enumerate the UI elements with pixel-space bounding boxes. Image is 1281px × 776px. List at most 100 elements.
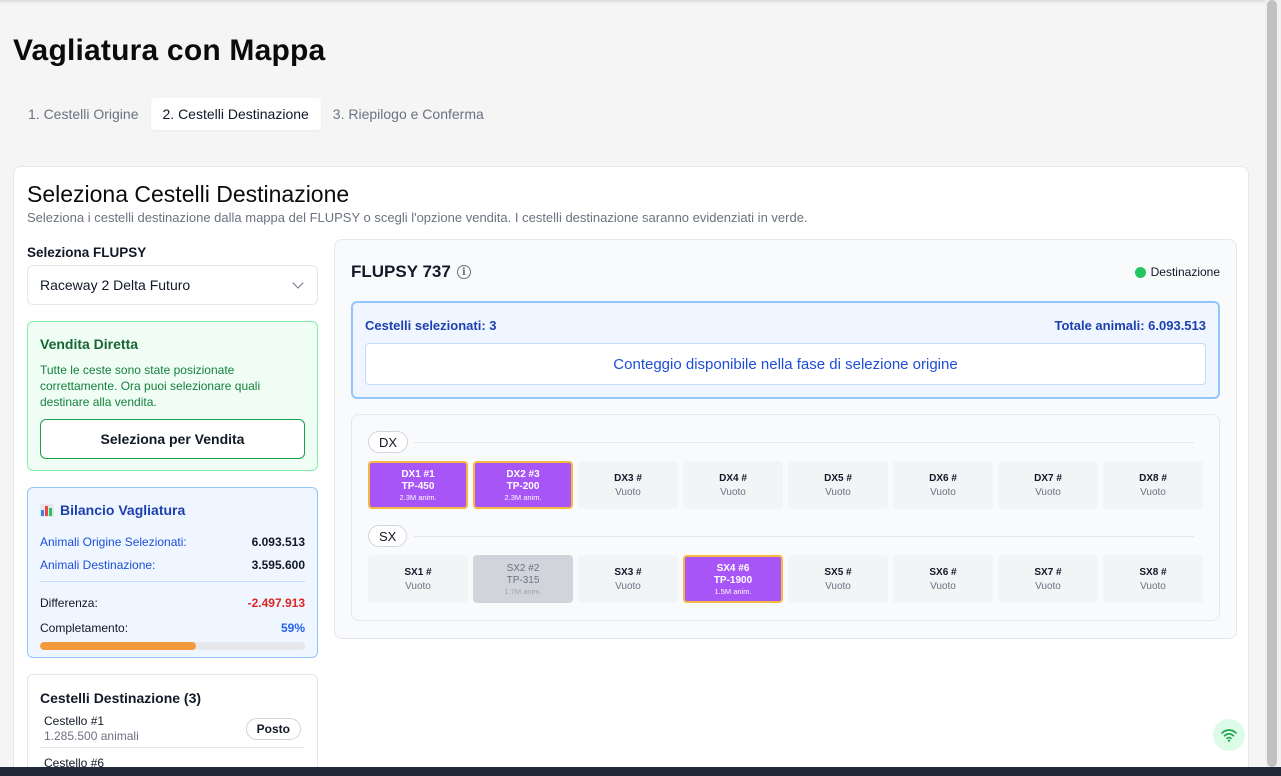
vendita-diretta-panel: Vendita Diretta Tutte le ceste sono stat… — [27, 321, 318, 471]
info-icon[interactable]: i — [456, 265, 471, 279]
basket-cell[interactable]: SX7 # Vuoto — [998, 555, 1098, 603]
flupsy-map: DX DX1 #1 TP-450 2.3M anim. DX2 #3 TP-200 2.3… — [351, 414, 1220, 621]
basket-id: DX4 # — [719, 472, 747, 484]
basket-cell[interactable]: DX5 # Vuoto — [788, 461, 888, 509]
scrollbar-thumb[interactable] — [1267, 0, 1277, 767]
basket-status: Vuoto — [825, 486, 851, 498]
basket-cell[interactable]: SX5 # Vuoto — [788, 555, 888, 603]
basket-status: Vuoto — [405, 580, 431, 592]
flupsy-select[interactable]: Raceway 2 Delta Futuro — [27, 265, 318, 305]
row-label-sx: SX — [368, 525, 408, 547]
basket-cell[interactable]: DX1 #1 TP-450 2.3M anim. — [368, 461, 468, 509]
section-title: Seleziona Cestelli Destinazione — [27, 181, 350, 207]
bilancio-label: Animali Destinazione: — [40, 558, 156, 572]
basket-cell[interactable]: SX6 # Vuoto — [893, 555, 993, 603]
bilancio-label: Completamento: — [40, 621, 129, 635]
selected-count: Cestelli selezionati: 3 — [365, 318, 497, 333]
step-tabs: 1. Cestelli Origine 2. Cestelli Destinaz… — [16, 98, 496, 130]
basket-cell[interactable]: SX4 #6 TP-1900 1.5M anim. — [683, 555, 783, 603]
chevron-down-icon — [292, 277, 304, 289]
tab-cestelli-destinazione[interactable]: 2. Cestelli Destinazione — [150, 98, 321, 130]
progress-fill — [40, 642, 197, 650]
basket-cell[interactable]: DX6 # Vuoto — [893, 461, 993, 509]
basket-animals: 1.7M anim. — [504, 586, 542, 596]
tab-riepilogo-conferma[interactable]: 3. Riepilogo e Conferma — [321, 98, 496, 130]
basket-cell[interactable]: DX3 # Vuoto — [578, 461, 678, 509]
bilancio-value: 6.093.513 — [251, 535, 305, 549]
completamento-progress-bar — [40, 642, 305, 650]
basket-status: Vuoto — [1035, 486, 1061, 498]
tab-cestelli-origine[interactable]: 1. Cestelli Origine — [16, 98, 151, 130]
basket-status: Vuoto — [615, 486, 641, 498]
basket-status: Vuoto — [930, 580, 956, 592]
bilancio-row-destinazione: Animali Destinazione: 3.595.600 — [40, 558, 305, 572]
basket-status: TP-1900 — [713, 574, 753, 586]
cestello-animals: 1.285.500 animali — [44, 729, 139, 743]
basket-id: DX1 #1 — [401, 468, 435, 480]
main-card: Seleziona Cestelli Destinazione Selezion… — [13, 166, 1249, 776]
basket-id: DX8 # — [1139, 472, 1167, 484]
basket-cell[interactable]: DX7 # Vuoto — [998, 461, 1098, 509]
basket-status: Vuoto — [1140, 486, 1166, 498]
flupsy-select-label: Seleziona FLUPSY — [27, 245, 147, 260]
bilancio-value: 59% — [280, 621, 305, 635]
basket-id: SX7 # — [1034, 566, 1062, 578]
cestello-name: Cestello #1 — [44, 714, 105, 728]
bilancio-row-differenza: Differenza: -2.497.913 — [40, 596, 305, 610]
basket-id: SX5 # — [824, 566, 852, 578]
bilancio-vagliatura-panel: Bilancio Vagliatura Animali Origine Sele… — [27, 487, 318, 658]
wifi-icon[interactable] — [1213, 719, 1245, 751]
basket-animals: 1.5M anim. — [714, 586, 752, 596]
top-shadow — [0, 0, 1265, 4]
bilancio-row-completamento: Completamento: 59% — [40, 621, 305, 635]
flupsy-title-text: FLUPSY 737 — [351, 262, 451, 281]
row-label-dx: DX — [368, 431, 409, 453]
section-description: Seleziona i cestelli destinazione dalla … — [27, 210, 808, 225]
total-animals: Totale animali: 6.093.513 — [1054, 318, 1207, 333]
left-column: Seleziona FLUPSY Raceway 2 Delta Futuro … — [27, 245, 318, 776]
bilancio-row-origine: Animali Origine Selezionati: 6.093.513 — [40, 535, 305, 549]
divider — [40, 581, 305, 582]
taskbar-strip — [0, 767, 1281, 776]
basket-animals: 2.3M anim. — [504, 492, 542, 502]
basket-id: DX7 # — [1034, 472, 1062, 484]
basket-status: Vuoto — [1140, 580, 1166, 592]
basket-id: SX4 #6 — [716, 562, 750, 574]
basket-id: SX3 # — [614, 566, 642, 578]
bilancio-title-text: Bilancio Vagliatura — [60, 502, 186, 518]
posto-button[interactable]: Posto — [245, 717, 301, 740]
row-divider — [414, 536, 1194, 537]
basket-cell[interactable]: DX4 # Vuoto — [683, 461, 783, 509]
basket-cell[interactable]: DX2 #3 TP-200 2.3M anim. — [473, 461, 573, 509]
seleziona-vendita-button[interactable]: Seleziona per Vendita — [40, 419, 305, 459]
basket-id: DX3 # — [614, 472, 642, 484]
page-title: Vagliatura con Mappa — [13, 34, 326, 67]
basket-cell[interactable]: SX1 # Vuoto — [368, 555, 468, 603]
bilancio-value: -2.497.913 — [247, 596, 305, 610]
basket-status: TP-315 — [506, 574, 540, 586]
bilancio-label: Differenza: — [40, 596, 98, 610]
basket-id: DX5 # — [824, 472, 852, 484]
basket-status: Vuoto — [615, 580, 641, 592]
basket-id: SX1 # — [404, 566, 432, 578]
conteggio-notice: Conteggio disponibile nella fase di sele… — [365, 343, 1206, 385]
flupsy-title: FLUPSY 737 i — [351, 262, 471, 282]
basket-status: Vuoto — [930, 486, 956, 498]
bilancio-label: Animali Origine Selezionati: — [40, 535, 187, 549]
destinazione-dot-icon — [1134, 266, 1146, 278]
basket-cell[interactable]: DX8 # Vuoto — [1103, 461, 1203, 509]
basket-status: Vuoto — [720, 486, 746, 498]
basket-cell[interactable]: SX8 # Vuoto — [1103, 555, 1203, 603]
row-dx-cells: DX1 #1 TP-450 2.3M anim. DX2 #3 TP-200 2.3M a… — [368, 461, 1203, 509]
basket-cell[interactable]: SX3 # Vuoto — [578, 555, 678, 603]
flupsy-map-panel: FLUPSY 737 i Destinazione Cestelli selez… — [334, 239, 1237, 639]
scrollbar[interactable] — [1265, 0, 1281, 776]
basket-id: DX2 #3 — [506, 468, 540, 480]
basket-cell[interactable]: SX2 #2 TP-315 1.7M anim. — [473, 555, 573, 603]
basket-status: Vuoto — [1035, 580, 1061, 592]
basket-animals: 2.3M anim. — [399, 492, 437, 502]
basket-status: TP-200 — [506, 480, 540, 492]
basket-id: DX6 # — [929, 472, 957, 484]
basket-id: SX2 #2 — [506, 562, 540, 574]
cestelli-destinazione-panel: Cestelli Destinazione (3) Cestello #1 1.… — [27, 674, 318, 776]
